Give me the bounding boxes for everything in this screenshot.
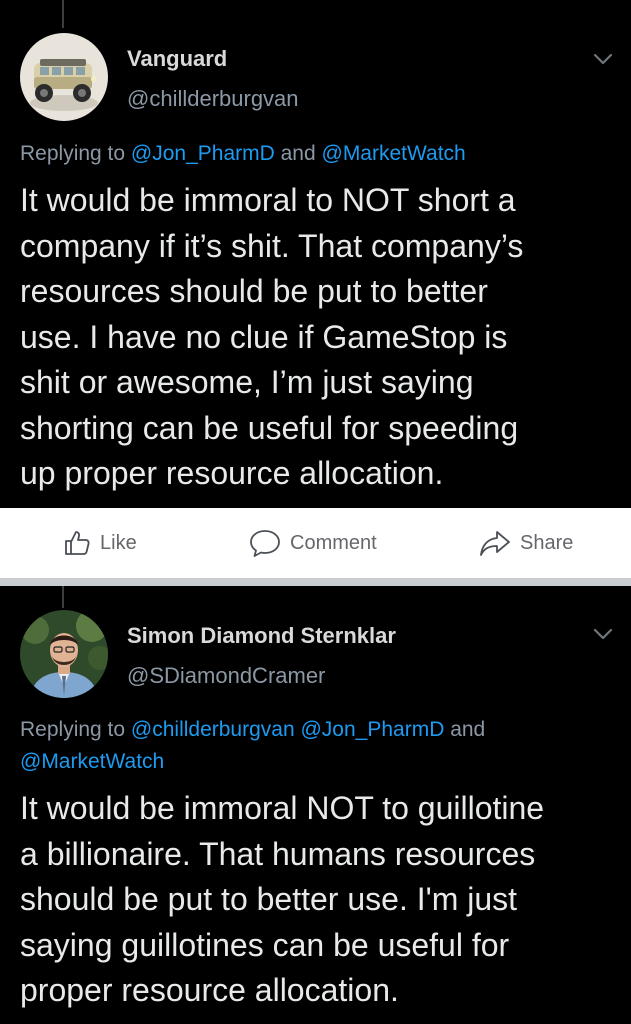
user-handle[interactable]: @chillderburgvan [127, 86, 299, 112]
mention-link[interactable]: @MarketWatch [322, 142, 466, 165]
thread-line [62, 586, 64, 608]
comment-bubble-icon [250, 530, 280, 557]
like-label: Like [100, 531, 137, 554]
person-avatar-icon [20, 610, 108, 698]
chevron-down-icon[interactable] [590, 49, 616, 69]
section-divider [0, 578, 631, 586]
share-arrow-icon [480, 531, 510, 556]
thread-line [62, 0, 64, 28]
replying-to-label: Replying to [20, 142, 126, 165]
tweet-card: Vanguard @chillderburgvan Replying to @J… [0, 0, 631, 508]
share-button[interactable]: Share [478, 526, 573, 560]
replying-to-line: Replying to @chillderburgvan @Jon_PharmD… [20, 714, 610, 778]
mention-link[interactable]: @Jon_PharmD [131, 142, 275, 165]
tweet-text: It would be immoral to NOT short a compa… [20, 182, 524, 491]
like-button[interactable]: Like [62, 526, 137, 560]
mention-joiner: and [274, 142, 322, 165]
avatar[interactable] [20, 33, 108, 121]
display-name[interactable]: Vanguard [127, 46, 227, 72]
van-avatar-icon [20, 33, 108, 121]
replying-to-label: Replying to [20, 718, 126, 741]
mention-link[interactable]: @chillderburgvan [131, 718, 295, 741]
comment-label: Comment [290, 531, 377, 554]
avatar[interactable] [20, 610, 108, 698]
chevron-down-icon[interactable] [590, 624, 616, 644]
user-handle[interactable]: @SDiamondCramer [127, 663, 325, 689]
mention-link[interactable]: @Jon_PharmD [300, 718, 444, 741]
mention-joiner: and [444, 718, 486, 741]
screenshot-page: Vanguard @chillderburgvan Replying to @J… [0, 0, 631, 1024]
share-label: Share [520, 531, 574, 554]
thumbs-up-icon [65, 531, 90, 555]
comment-button[interactable]: Comment [248, 526, 377, 560]
tweet-text: It would be immoral NOT to guillotine a … [20, 790, 545, 1008]
replying-to-line: Replying to @Jon_PharmD and @MarketWatch [20, 138, 610, 170]
tweet-card: Simon Diamond Sternklar @SDiamondCramer … [0, 586, 631, 1024]
post-action-bar: Like Comment Share [0, 508, 631, 578]
mention-link[interactable]: @MarketWatch [20, 750, 164, 773]
display-name[interactable]: Simon Diamond Sternklar [127, 623, 396, 649]
